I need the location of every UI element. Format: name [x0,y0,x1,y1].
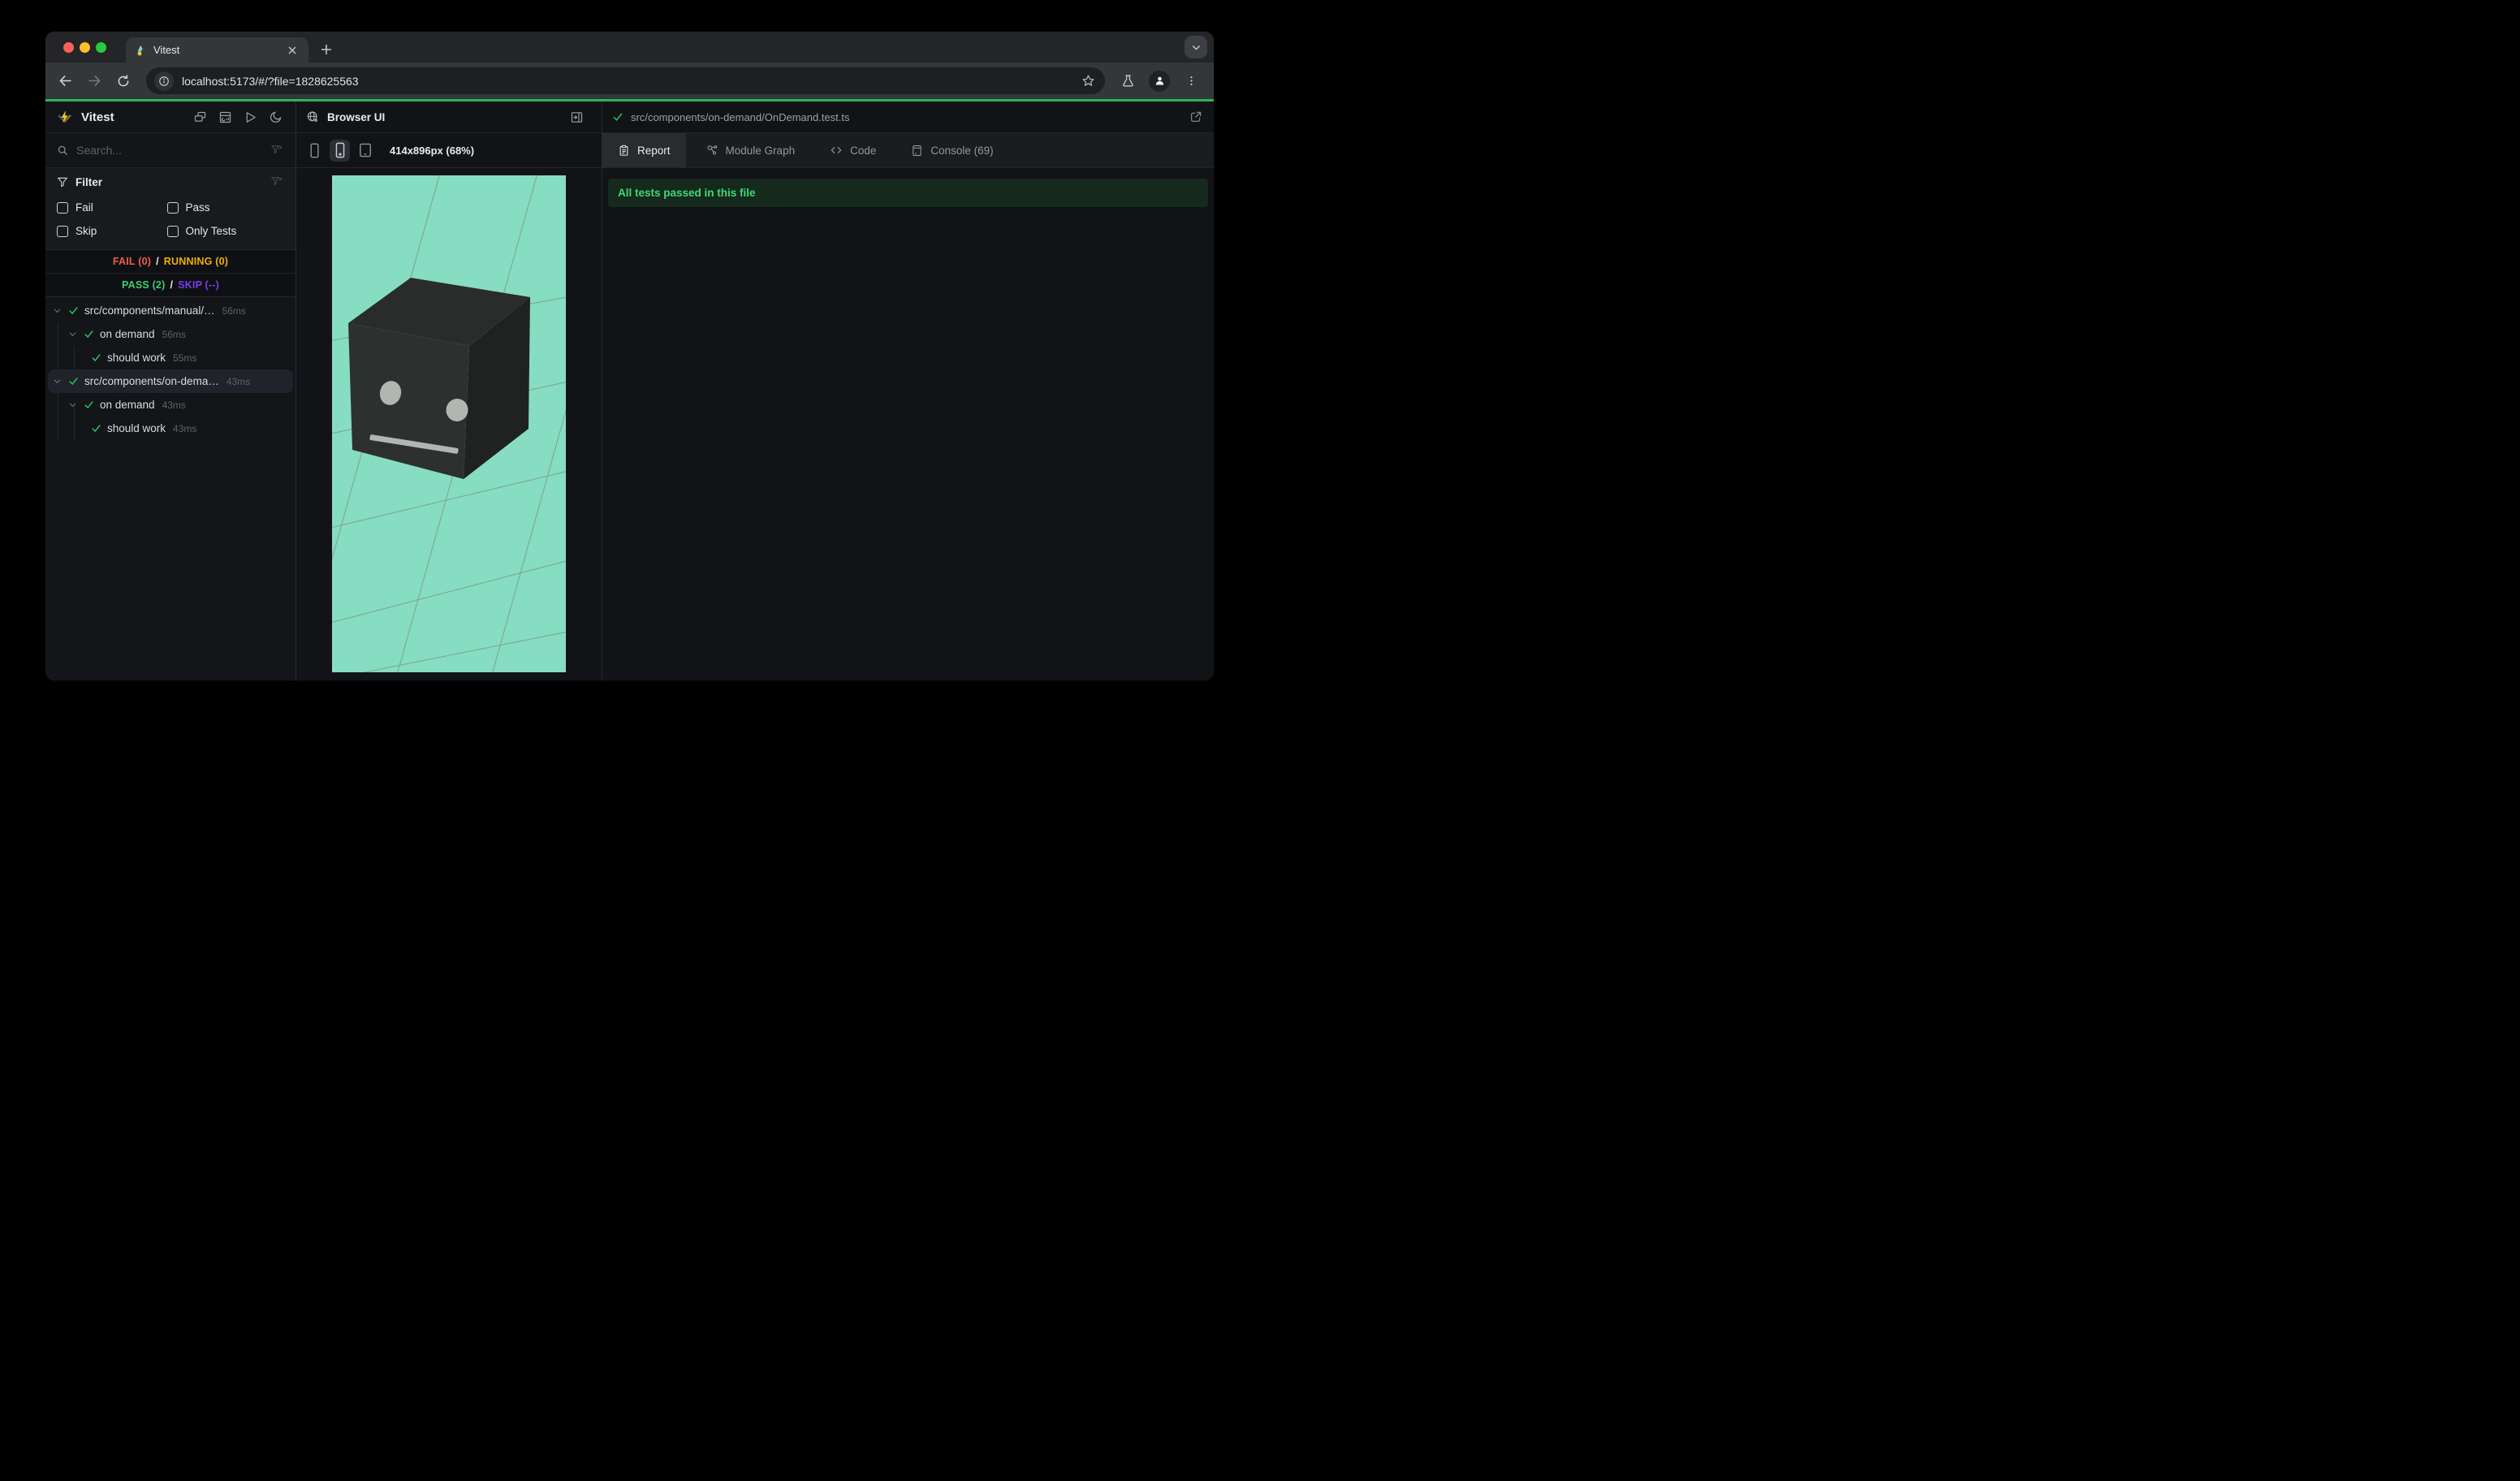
experiments-flask-icon[interactable] [1113,67,1142,96]
browser-preview-panel: Browser UI 414x896px (68%) [296,101,602,680]
address-bar[interactable]: localhost:5173/#/?file=1828625563 [146,67,1105,94]
back-button[interactable] [50,67,80,96]
test-duration: 55ms [173,352,197,364]
robot-head-3d-scene [332,175,566,672]
profile-avatar[interactable] [1149,70,1170,92]
test-name: src/components/on-dema… [84,375,219,387]
test-tree-row[interactable]: src/components/on-dema… 43ms [48,369,293,393]
forward-button[interactable] [80,67,109,96]
browser-window: Vitest localhost:5173/#/?file=1828625563… [45,32,1214,680]
test-tree-row[interactable]: on demand 43ms [48,393,293,417]
clear-filter-icon[interactable] [270,175,296,188]
reload-button[interactable] [109,67,138,96]
search-placeholder: Search... [76,144,123,157]
test-tree-row[interactable]: on demand 56ms [48,322,293,346]
test-tree-row[interactable]: should work 55ms [48,346,293,369]
checkbox[interactable] [57,201,68,214]
filter-panel: Filter Fail Pass Skip Only Tests [45,168,296,250]
test-tree-row[interactable]: should work 43ms [48,417,293,440]
search-icon [57,145,69,157]
traffic-light-minimize[interactable] [80,42,90,53]
dashboard-report-icon[interactable] [218,110,232,124]
open-external-icon[interactable] [1189,110,1214,123]
filter-checkbox-pass[interactable]: Pass [156,196,296,219]
report-content: All tests passed in this file [602,168,1214,207]
test-name: on demand [100,328,155,340]
pass-count: PASS (2) [121,279,166,291]
tab-strip: Vitest [45,32,1214,63]
test-file-path: src/components/on-demand/OnDemand.test.t… [631,110,850,123]
vitest-favicon-icon [134,44,147,57]
test-duration: 43ms [226,375,251,387]
checkbox[interactable] [166,201,179,214]
tab-report[interactable]: Report [602,133,686,167]
test-status-summary: FAIL (0) / RUNNING (0) PASS (2) / SKIP (… [45,250,296,297]
url-text: localhost:5173/#/?file=1828625563 [182,74,359,88]
device-tablet-icon[interactable] [355,140,375,162]
clear-filter-icon[interactable] [270,144,296,157]
menu-dots-icon[interactable] [1176,67,1206,96]
bookmark-star-icon[interactable] [1081,74,1095,88]
all-tests-passed-banner: All tests passed in this file [608,179,1208,207]
pass-check-icon [612,111,624,123]
test-duration: 56ms [162,328,186,340]
tab-code[interactable]: Code [814,133,891,167]
tab-console[interactable]: Console (69) [895,133,1008,167]
device-toolbar: 414x896px (68%) [296,133,602,168]
skip-count: SKIP (--) [178,279,220,291]
checkbox[interactable] [166,225,179,237]
details-panel: src/components/on-demand/OnDemand.test.t… [602,101,1214,680]
tab-module-graph[interactable]: Module Graph [690,133,811,167]
test-duration: 56ms [222,304,246,317]
funnel-icon [57,176,68,188]
browser-tab[interactable]: Vitest [126,37,309,63]
details-tabs: Report Module Graph Code Console (69) [602,133,1214,168]
test-tree: src/components/manual/… 56ms on demand 56ms… [45,297,296,680]
device-phone-plus-icon[interactable] [330,139,350,162]
sidebar-header: Vitest [45,101,296,133]
app-under-test-viewport[interactable] [332,175,566,672]
sidebar: Vitest Search... Filter Fail Pass Skip O… [45,101,296,680]
tab-search-button[interactable] [1184,36,1207,58]
filter-checkbox-only-tests[interactable]: Only Tests [156,219,296,243]
file-header: src/components/on-demand/OnDemand.test.t… [602,101,1214,133]
fail-count: FAIL (0) [112,256,152,267]
search-bar[interactable]: Search... [45,133,296,168]
robot-cube [348,278,530,479]
dock-panel-icon[interactable] [570,110,602,124]
new-tab-button[interactable] [317,40,336,59]
preview-windows-icon[interactable] [193,110,207,124]
app-title: Vitest [81,110,114,124]
tab-close-icon[interactable] [284,44,300,57]
preview-header: Browser UI [296,101,602,133]
test-name: should work [107,422,166,434]
filter-checkbox-fail[interactable]: Fail [45,196,156,219]
traffic-light-zoom[interactable] [96,42,106,53]
dark-mode-moon-icon[interactable] [269,110,283,124]
globe-icon [306,110,319,123]
filter-checkbox-skip[interactable]: Skip [45,219,156,243]
viewport-size-label: 414x896px (68%) [390,144,475,157]
preview-content [296,168,602,680]
run-all-play-icon[interactable] [244,110,257,124]
tab-title: Vitest [153,44,180,56]
test-duration: 43ms [173,422,197,434]
traffic-light-close[interactable] [63,42,74,53]
site-info-icon[interactable] [154,71,174,91]
test-name: on demand [100,399,155,411]
running-count: RUNNING (0) [163,256,229,267]
vitest-logo-icon [56,109,73,126]
test-tree-row[interactable]: src/components/manual/… 56ms [48,299,293,322]
device-phone-small-icon[interactable] [304,140,325,162]
vitest-ui: Vitest Search... Filter Fail Pass Skip O… [45,101,1214,680]
filter-title: Filter [76,175,103,188]
test-duration: 43ms [162,399,186,411]
test-name: src/components/manual/… [84,304,215,317]
checkbox[interactable] [57,225,68,237]
browser-toolbar: localhost:5173/#/?file=1828625563 [45,63,1214,99]
preview-title: Browser UI [327,110,386,123]
test-name: should work [107,352,166,364]
